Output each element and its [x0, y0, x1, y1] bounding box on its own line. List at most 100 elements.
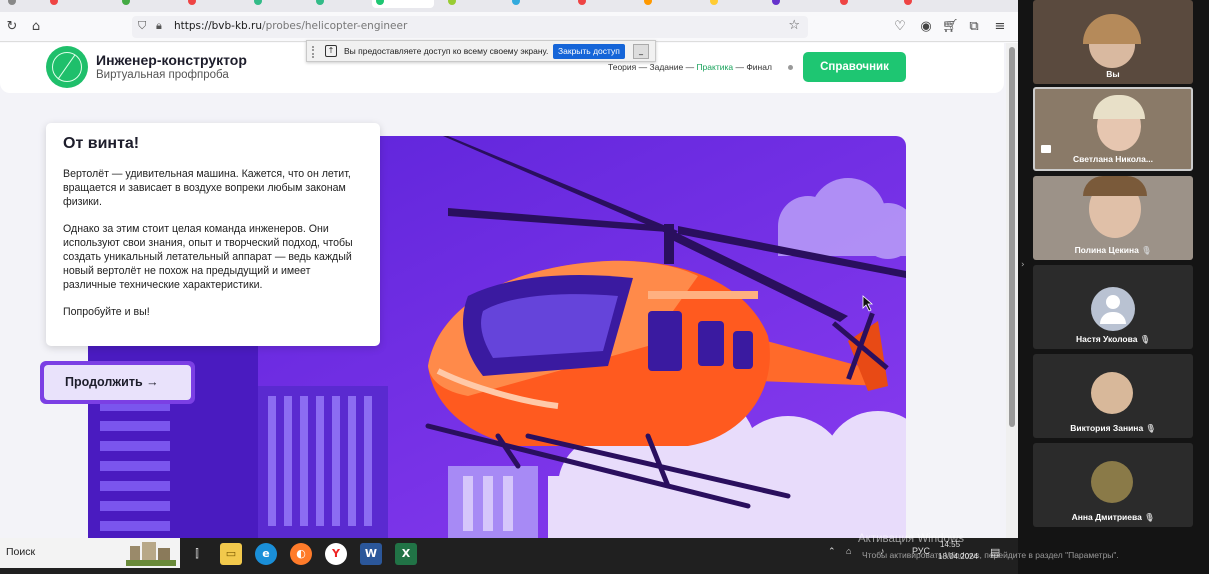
home-icon[interactable]: ⌂	[28, 19, 44, 35]
participant-tile[interactable]: Вы	[1033, 0, 1193, 84]
tab[interactable]	[900, 0, 916, 8]
card-paragraph-2: Однако за этим стоит целая команда инжен…	[63, 223, 353, 291]
continue-button-label: Продолжить →	[44, 365, 191, 400]
browser-toolbar: ↻ ⌂ ⛉ 🔒︎ https://bvb-kb.ru/probes/helico…	[0, 12, 1018, 42]
intro-card: От винта! Вертолёт — удивительная машина…	[46, 123, 380, 346]
mic-muted-icon: 🎙︎	[1139, 335, 1150, 344]
participant-name: Вы	[1106, 69, 1120, 79]
tab-active[interactable]	[372, 0, 434, 8]
participant-name: Настя Уколова	[1075, 334, 1138, 344]
default-avatar	[1091, 287, 1135, 331]
scrollbar-thumb[interactable]	[1009, 47, 1015, 427]
tab[interactable]	[768, 0, 784, 8]
edge-icon[interactable]: e	[255, 543, 277, 565]
bookmark-star-icon[interactable]: ☆	[788, 18, 800, 33]
share-notice-text: Вы предоставляете доступ ко всему своему…	[344, 46, 549, 56]
cart-icon[interactable]: 🛒︎	[942, 19, 959, 35]
collapse-panel-icon[interactable]: ›	[1021, 260, 1025, 270]
step-practice: Практика	[696, 62, 734, 72]
participant-name: Виктория Занина	[1070, 423, 1144, 433]
participant-hair	[1083, 176, 1147, 196]
step-task: Задание	[649, 62, 684, 72]
lock-icon[interactable]: 🔒︎	[156, 19, 162, 33]
tab[interactable]	[46, 0, 62, 8]
url-text: https://bvb-kb.ru/probes/helicopter-engi…	[174, 20, 407, 32]
steps-dot	[788, 65, 793, 70]
site-subtitle: Виртуальная профпроба	[96, 69, 229, 81]
tab-strip	[0, 0, 1018, 12]
participant-tile[interactable]: Полина Цекина 🎙︎	[1033, 176, 1193, 260]
reload-icon[interactable]: ↻	[4, 19, 20, 35]
url-host: https://bvb-kb.ru	[174, 20, 263, 32]
tab[interactable]	[706, 0, 722, 8]
avatar	[1091, 372, 1133, 414]
tab[interactable]	[118, 0, 134, 8]
reference-button[interactable]: Справочник	[803, 52, 906, 82]
page-viewport: Инженер-конструктор Виртуальная профпроб…	[0, 43, 1006, 538]
avatar-body	[1100, 312, 1126, 324]
taskbar-search[interactable]: Поиск	[0, 538, 180, 568]
shield-icon[interactable]: ⛉	[138, 19, 146, 33]
mic-muted-icon: 🎙︎	[1145, 424, 1156, 433]
mic-muted-icon: 🎙︎	[1141, 246, 1152, 255]
tab[interactable]	[836, 0, 852, 8]
menu-icon[interactable]: ≡	[992, 19, 1008, 35]
firefox-icon[interactable]: ◐	[290, 543, 312, 565]
tab[interactable]	[250, 0, 266, 8]
windows-activation-hint: Чтобы активировать Windows, перейдите в …	[862, 550, 1119, 560]
share-screen-icon: ↑	[325, 45, 337, 57]
account-icon[interactable]: ◉	[918, 19, 934, 35]
excel-icon[interactable]: X	[395, 543, 417, 565]
screen-share-notice: ↑ Вы предоставляете доступ ко всему свое…	[306, 40, 656, 62]
yandex-browser-icon[interactable]: Y	[325, 543, 347, 565]
card-title: От винта!	[63, 135, 140, 152]
avatar	[1091, 461, 1133, 503]
search-highlight-icon	[126, 542, 176, 566]
tab[interactable]	[4, 0, 20, 8]
tab[interactable]	[444, 0, 460, 8]
drag-handle-icon[interactable]	[312, 46, 314, 58]
participant-tile[interactable]: Виктория Занина 🎙︎	[1033, 354, 1193, 438]
tab[interactable]	[184, 0, 200, 8]
tab[interactable]	[312, 0, 328, 8]
participant-tile-active[interactable]: Светлана Никола...	[1033, 87, 1193, 171]
tab[interactable]	[574, 0, 590, 8]
participant-name-row: Полина Цекина 🎙︎	[1033, 245, 1193, 255]
avatar-head	[1106, 295, 1120, 309]
page-scrollbar[interactable]	[1006, 43, 1018, 538]
continue-button[interactable]: Продолжить →	[40, 361, 195, 404]
card-paragraph-1: Вертолёт — удивительная машина. Кажется,…	[63, 168, 351, 208]
tray-expand-icon[interactable]: ⌃	[828, 546, 836, 557]
minimize-button[interactable]: _	[633, 44, 649, 59]
word-icon[interactable]: W	[360, 543, 382, 565]
browser-window: ↻ ⌂ ⛉ 🔒︎ https://bvb-kb.ru/probes/helico…	[0, 0, 1018, 538]
tab[interactable]	[640, 0, 656, 8]
participant-name-row: Анна Дмитриева 🎙︎	[1033, 512, 1193, 522]
participant-name-row: Виктория Занина 🎙︎	[1033, 423, 1193, 433]
participant-name-row: Настя Уколова 🎙︎	[1033, 334, 1193, 344]
step-theory: Теория	[608, 62, 637, 72]
tray-network-icon[interactable]: ⌂	[846, 546, 851, 556]
rotor-mast	[664, 224, 674, 264]
site-title: Инженер-конструктор	[96, 52, 247, 68]
taskbar-search-label: Поиск	[6, 546, 36, 558]
step-final: Финал	[746, 62, 772, 72]
task-view-icon[interactable]: ⫿	[186, 543, 208, 565]
stop-sharing-button[interactable]: Закрыть доступ	[553, 44, 625, 59]
participant-name: Светлана Никола...	[1073, 154, 1153, 164]
card-paragraph-3: Попробуйте и вы!	[63, 306, 150, 318]
pocket-icon[interactable]: ♡	[892, 19, 908, 35]
participant-name: Анна Дмитриева	[1071, 512, 1142, 522]
address-bar[interactable]: ⛉ 🔒︎ https://bvb-kb.ru/probes/helicopter…	[132, 16, 808, 38]
extensions-icon[interactable]: ⧉	[966, 19, 982, 35]
tab[interactable]	[508, 0, 524, 8]
participant-tile[interactable]: Настя Уколова 🎙︎	[1033, 265, 1193, 349]
participant-tile[interactable]: Анна Дмитриева 🎙︎	[1033, 443, 1193, 527]
progress-steps: Теория — Задание — Практика — Финал	[608, 62, 772, 72]
site-logo[interactable]	[46, 46, 88, 88]
video-call-panel: › Вы Светлана Никола... Полина Цекина 🎙︎…	[1018, 0, 1209, 574]
participant-hair	[1093, 95, 1145, 119]
file-explorer-icon[interactable]: ▭	[220, 543, 242, 565]
url-path: /probes/helicopter-engineer	[262, 20, 408, 32]
windows-activation-watermark: Активация Windows	[858, 533, 964, 545]
